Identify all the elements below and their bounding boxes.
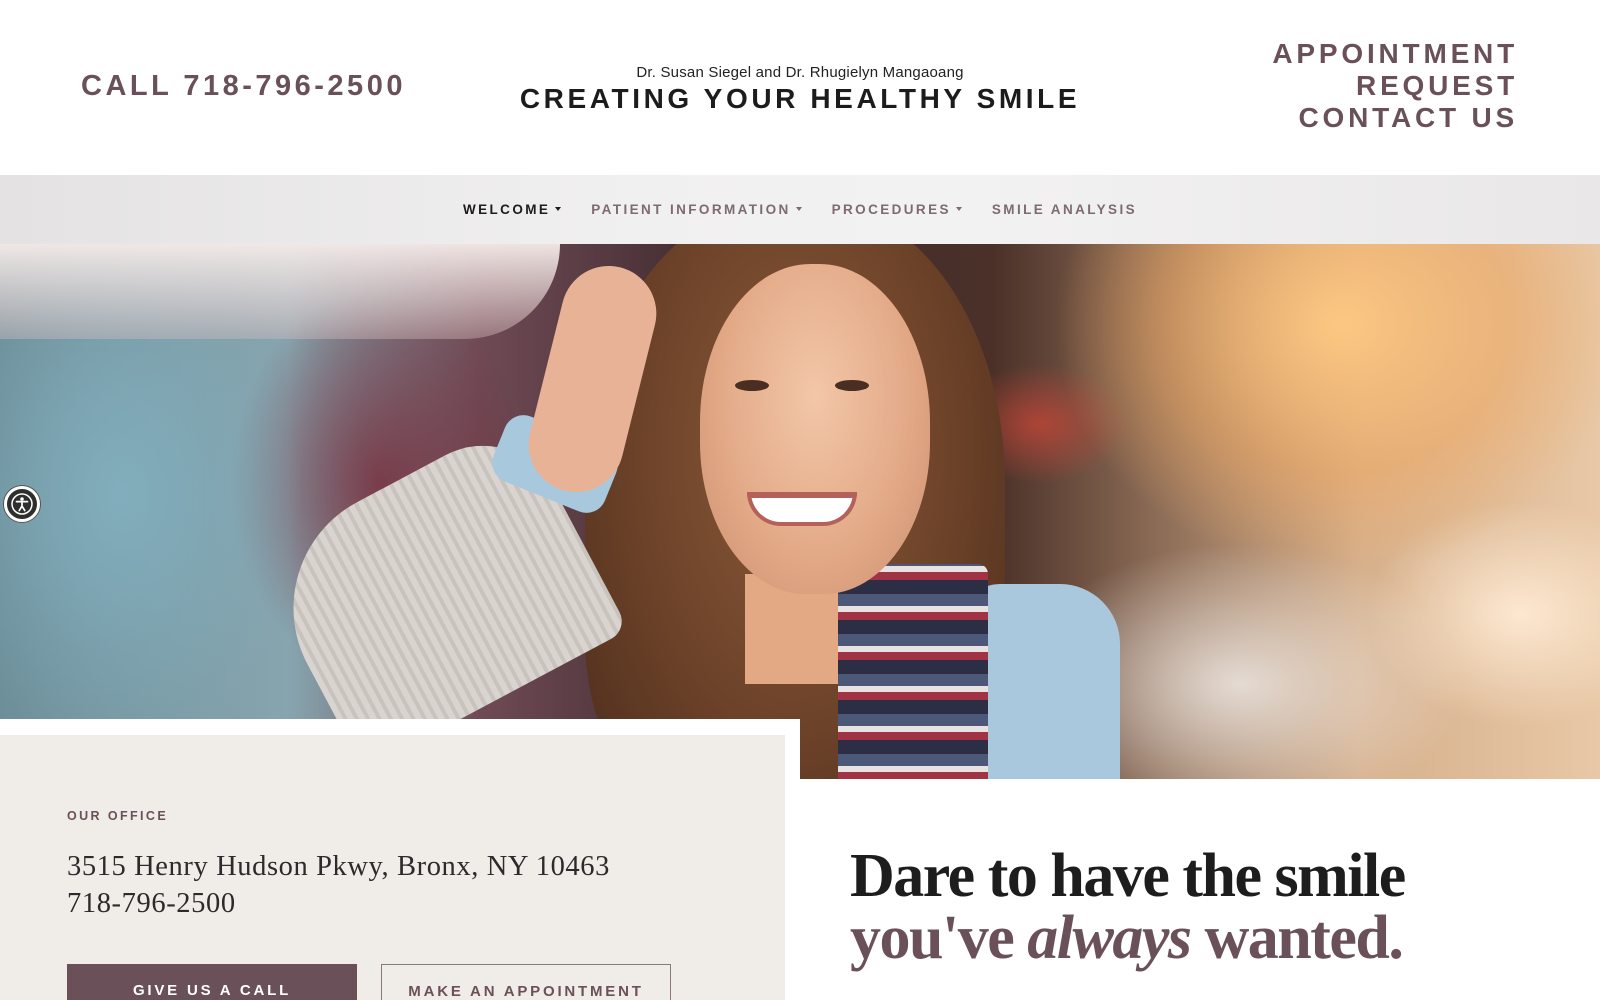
nav-item-procedures[interactable]: PROCEDURES bbox=[817, 202, 977, 217]
hero-eye-right bbox=[835, 380, 869, 391]
nav-item-label: PATIENT INFORMATION bbox=[591, 202, 791, 217]
nav-item-welcome[interactable]: WELCOME bbox=[448, 202, 576, 217]
hero-background-car bbox=[0, 244, 560, 339]
hero-scarf bbox=[838, 564, 988, 779]
office-label: OUR OFFICE bbox=[67, 809, 169, 823]
headline-line-1: Dare to have the smile bbox=[850, 842, 1406, 910]
contact-us-link[interactable]: CONTACT US bbox=[1272, 102, 1518, 134]
give-us-a-call-button[interactable]: GIVE US A CALL bbox=[67, 964, 357, 1000]
site-header: CALL 718-796-2500 Dr. Susan Siegel and D… bbox=[0, 0, 1600, 175]
appointment-link[interactable]: APPOINTMENT bbox=[1272, 38, 1518, 70]
hero-image bbox=[0, 244, 1600, 779]
office-phone[interactable]: 718-796-2500 bbox=[67, 885, 785, 922]
hero-smile bbox=[747, 492, 857, 526]
caret-down-icon bbox=[795, 206, 802, 211]
site-brand[interactable]: Dr. Susan Siegel and Dr. Rhugielyn Manga… bbox=[500, 64, 1100, 115]
main-nav: WELCOME PATIENT INFORMATION PROCEDURES S… bbox=[0, 175, 1600, 244]
nav-item-label: PROCEDURES bbox=[831, 202, 951, 217]
nav-item-label: WELCOME bbox=[462, 202, 551, 217]
office-card: OUR OFFICE 3515 Henry Hudson Pkwy, Bronx… bbox=[0, 719, 800, 1000]
office-address: 3515 Henry Hudson Pkwy, Bronx, NY 10463 bbox=[67, 851, 610, 882]
site-tagline: CREATING YOUR HEALTHY SMILE bbox=[519, 83, 1081, 114]
doctors-names: Dr. Susan Siegel and Dr. Rhugielyn Manga… bbox=[636, 64, 964, 81]
headline-text: wanted. bbox=[1190, 904, 1403, 972]
caret-down-icon bbox=[955, 206, 962, 211]
hero-face bbox=[700, 264, 930, 594]
hero-headline: Dare to have the smile you've always wan… bbox=[850, 842, 1406, 969]
caret-down-icon bbox=[555, 206, 562, 211]
header-links: APPOINTMENT REQUEST CONTACT US bbox=[1272, 38, 1518, 134]
nav-item-patient-information[interactable]: PATIENT INFORMATION bbox=[576, 202, 816, 217]
request-link[interactable]: REQUEST bbox=[1272, 70, 1518, 102]
make-an-appointment-button[interactable]: MAKE AN APPOINTMENT bbox=[381, 964, 671, 1000]
office-panel: OUR OFFICE 3515 Henry Hudson Pkwy, Bronx… bbox=[0, 735, 785, 1000]
accessibility-icon[interactable] bbox=[4, 486, 40, 522]
headline-line-2: you've always wanted. bbox=[850, 907, 1405, 969]
call-phone-link[interactable]: CALL 718-796-2500 bbox=[81, 70, 406, 103]
nav-item-label: SMILE ANALYSIS bbox=[991, 202, 1138, 217]
nav-item-smile-analysis[interactable]: SMILE ANALYSIS bbox=[977, 202, 1152, 217]
headline-text: you've bbox=[850, 904, 1028, 972]
office-buttons: GIVE US A CALL MAKE AN APPOINTMENT bbox=[67, 964, 671, 1000]
headline-emphasis: always bbox=[1027, 904, 1192, 972]
hero-eye-left bbox=[735, 380, 769, 391]
